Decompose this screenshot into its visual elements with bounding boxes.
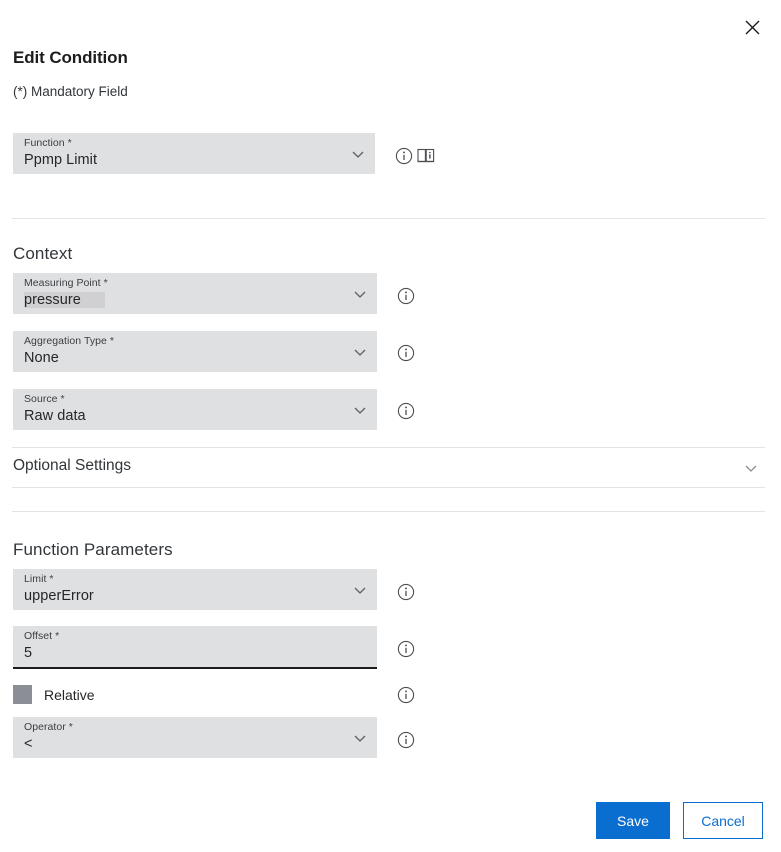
divider-below-optional-settings bbox=[12, 487, 765, 488]
chevron-down-icon bbox=[352, 730, 368, 746]
divider-below-function bbox=[12, 218, 765, 219]
operator-label: Operator * bbox=[24, 721, 73, 733]
operator-info-icon[interactable] bbox=[397, 731, 415, 749]
close-icon bbox=[745, 20, 760, 35]
close-dialog-button[interactable] bbox=[735, 10, 769, 44]
operator-select[interactable]: Operator * < bbox=[13, 717, 377, 758]
aggregation-type-value: None bbox=[24, 350, 59, 366]
cancel-button[interactable]: Cancel bbox=[683, 802, 763, 839]
offset-value: 5 bbox=[24, 645, 33, 661]
aggregation-type-select[interactable]: Aggregation Type * None bbox=[13, 331, 377, 372]
measuring-point-label: Measuring Point * bbox=[24, 277, 108, 289]
aggregation-type-info-icon[interactable] bbox=[397, 344, 415, 362]
mandatory-field-note: (*) Mandatory Field bbox=[13, 84, 128, 99]
function-parameters-heading: Function Parameters bbox=[13, 540, 173, 559]
page-title: Edit Condition bbox=[13, 48, 128, 67]
chevron-down-icon bbox=[352, 402, 368, 418]
chevron-down-icon bbox=[350, 146, 366, 162]
measuring-point-value: pressure bbox=[24, 292, 105, 308]
chevron-down-icon bbox=[743, 460, 759, 476]
limit-info-icon[interactable] bbox=[397, 583, 415, 601]
source-select[interactable]: Source * Raw data bbox=[13, 389, 377, 430]
limit-select[interactable]: Limit * upperError bbox=[13, 569, 377, 610]
documentation-book-icon[interactable] bbox=[417, 148, 435, 164]
optional-settings-label: Optional Settings bbox=[13, 457, 132, 474]
offset-info-icon[interactable] bbox=[397, 640, 415, 658]
source-info-icon[interactable] bbox=[397, 402, 415, 420]
source-value: Raw data bbox=[24, 408, 86, 424]
context-heading: Context bbox=[13, 244, 73, 263]
offset-label: Offset * bbox=[24, 630, 60, 642]
divider-above-function-parameters bbox=[12, 511, 765, 512]
operator-value: < bbox=[24, 736, 33, 752]
relative-checkbox[interactable] bbox=[13, 685, 32, 704]
save-button[interactable]: Save bbox=[596, 802, 670, 839]
source-label: Source * bbox=[24, 393, 65, 405]
relative-checkbox-label: Relative bbox=[44, 686, 95, 703]
limit-label: Limit * bbox=[24, 573, 54, 585]
measuring-point-info-icon[interactable] bbox=[397, 287, 415, 305]
function-select[interactable]: Function * Ppmp Limit bbox=[13, 133, 375, 174]
offset-input[interactable]: Offset * 5 bbox=[13, 626, 377, 669]
relative-info-icon[interactable] bbox=[397, 686, 415, 704]
function-select-label: Function * bbox=[24, 137, 72, 149]
function-info-icon[interactable] bbox=[395, 147, 413, 165]
measuring-point-select[interactable]: Measuring Point * pressure bbox=[13, 273, 377, 314]
chevron-down-icon bbox=[352, 344, 368, 360]
aggregation-type-label: Aggregation Type * bbox=[24, 335, 115, 347]
function-select-value: Ppmp Limit bbox=[24, 152, 98, 168]
relative-checkbox-row[interactable]: Relative bbox=[13, 685, 95, 704]
limit-value: upperError bbox=[24, 588, 94, 604]
chevron-down-icon bbox=[352, 582, 368, 598]
optional-settings-panel-header[interactable]: Optional Settings bbox=[0, 448, 781, 487]
chevron-down-icon bbox=[352, 286, 368, 302]
